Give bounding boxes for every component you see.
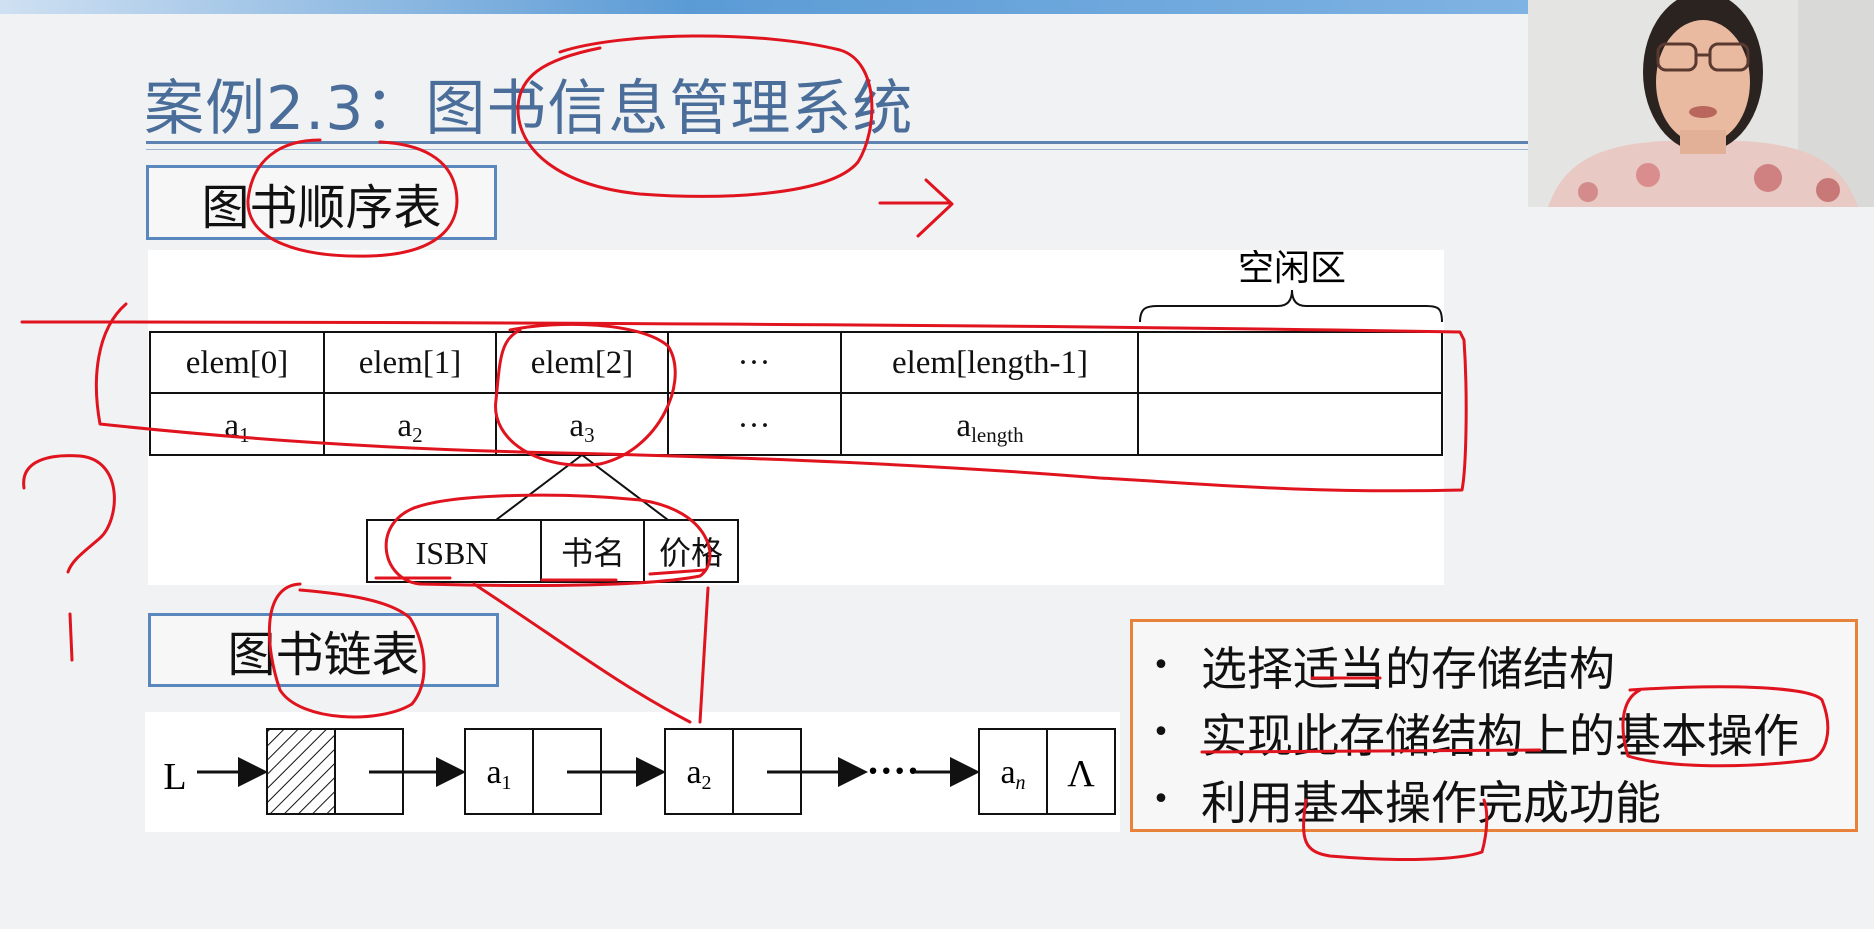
- pen-annotations: [20, 34, 1830, 861]
- annotation-circle: [494, 322, 677, 467]
- annotation-circle: [246, 138, 459, 258]
- annotation-connector: [472, 582, 710, 724]
- annotation-circle: [516, 34, 874, 198]
- annotation-underline: [1200, 676, 1542, 754]
- annotation-underline: [374, 568, 707, 582]
- annotation-bracket: [1302, 798, 1489, 861]
- annotation-question-mark: [22, 454, 116, 662]
- annotation-circle: [1621, 685, 1830, 768]
- annotation-arrow: [878, 178, 954, 238]
- annotation-circle: [267, 582, 426, 719]
- annotation-loop: [20, 302, 1468, 493]
